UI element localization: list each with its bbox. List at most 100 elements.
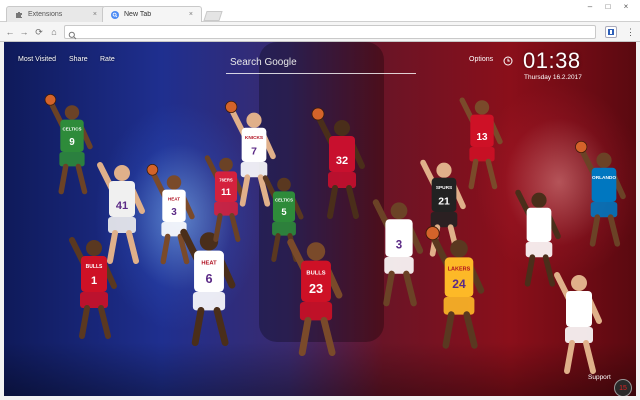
player-figure: 41 bbox=[97, 162, 145, 264]
google-search-box[interactable] bbox=[226, 52, 416, 74]
close-window-button[interactable]: × bbox=[620, 2, 632, 11]
jersey-team: HEAT bbox=[201, 260, 217, 266]
player-leg bbox=[403, 270, 417, 307]
player-head bbox=[306, 242, 326, 261]
player-figure bbox=[515, 189, 561, 287]
player-leg bbox=[98, 305, 111, 339]
player-head bbox=[474, 100, 490, 115]
minimize-button[interactable]: – bbox=[584, 2, 596, 11]
clock-icon[interactable] bbox=[503, 53, 513, 71]
extension-button[interactable] bbox=[605, 26, 617, 38]
player-shorts bbox=[525, 242, 553, 258]
tab-close-icon[interactable]: × bbox=[189, 11, 193, 18]
player-head bbox=[390, 202, 408, 220]
jersey-number: 24 bbox=[452, 277, 466, 291]
jersey-team: BULLS bbox=[86, 264, 103, 270]
player-shorts bbox=[272, 222, 296, 236]
player-shorts bbox=[590, 202, 618, 218]
chrome-search-icon bbox=[111, 10, 119, 19]
player-shorts bbox=[469, 147, 495, 162]
player-figure: BULLS 1 bbox=[69, 237, 117, 339]
player-shorts bbox=[328, 172, 356, 188]
player-leg bbox=[271, 233, 281, 262]
tab-close-icon[interactable]: × bbox=[93, 11, 97, 18]
player-shorts bbox=[59, 152, 85, 167]
most-visited-link[interactable]: Most Visited bbox=[18, 56, 56, 63]
tab-title: New Tab bbox=[124, 11, 152, 18]
player-shorts bbox=[214, 202, 238, 216]
player-figure: HEAT 6 bbox=[180, 228, 236, 347]
player-shorts bbox=[80, 292, 108, 308]
player-leg bbox=[583, 340, 596, 374]
player-leg bbox=[327, 185, 338, 219]
jersey-team: CELTICS bbox=[63, 126, 82, 131]
player-shorts bbox=[192, 292, 226, 311]
jersey-number: 3 bbox=[396, 240, 402, 252]
player-figure: ORLANDO bbox=[575, 140, 626, 247]
player-leg bbox=[160, 233, 171, 265]
player-figure: CELTICS 9 bbox=[44, 94, 93, 195]
clock-time: 01:38 bbox=[523, 48, 581, 73]
player-leg bbox=[320, 316, 336, 357]
puzzle-icon bbox=[15, 11, 23, 19]
rate-link[interactable]: Rate bbox=[100, 56, 115, 63]
jersey-team: ORLANDO bbox=[592, 175, 616, 181]
jersey-number: 1 bbox=[91, 275, 97, 287]
player-head bbox=[114, 165, 130, 181]
jersey-team: LAKERS bbox=[448, 267, 471, 273]
player-shorts bbox=[108, 217, 136, 233]
support-link[interactable]: Support bbox=[588, 374, 611, 381]
player-leg bbox=[79, 305, 90, 339]
player-leg bbox=[607, 214, 621, 247]
player-leg bbox=[213, 213, 223, 242]
player-jersey bbox=[566, 291, 592, 327]
home-button[interactable]: ⌂ bbox=[48, 25, 60, 39]
jersey-number: 5 bbox=[281, 207, 286, 217]
player-shorts bbox=[384, 257, 414, 274]
player-leg bbox=[58, 163, 69, 195]
basketball bbox=[225, 100, 238, 113]
address-bar[interactable] bbox=[64, 25, 596, 40]
clock-date: Thursday 16.2.2017 bbox=[524, 74, 582, 81]
forward-button[interactable]: → bbox=[18, 25, 30, 39]
player-leg bbox=[468, 158, 479, 190]
options-link[interactable]: Options bbox=[469, 56, 493, 63]
player-figure: 13 bbox=[459, 97, 503, 190]
reload-button[interactable]: ⟳ bbox=[33, 25, 45, 39]
player-figure: HEAT 3 bbox=[146, 164, 195, 265]
support-badge[interactable]: 15 bbox=[614, 379, 632, 396]
tab-new-tab[interactable]: New Tab × bbox=[102, 6, 202, 22]
player-leg bbox=[346, 185, 359, 219]
browser-window: Extensions × New Tab × – □ × ← → ⟳ ⌂ ⋮ C… bbox=[0, 0, 640, 400]
player-shorts bbox=[299, 302, 333, 321]
player-head bbox=[64, 105, 80, 120]
maximize-button[interactable]: □ bbox=[602, 2, 614, 11]
player-head bbox=[86, 240, 102, 256]
player-head bbox=[531, 192, 547, 208]
jersey-team: BULLS bbox=[306, 270, 325, 276]
browser-menu-button[interactable]: ⋮ bbox=[626, 26, 635, 38]
basketball-players-wallpaper: CELTICS 9 41 BULLS 1 HEAT 3 HEAT 6 76ERS 11 KNICKS 7… bbox=[44, 94, 626, 374]
jersey-number: 3 bbox=[171, 207, 177, 218]
player-shorts bbox=[430, 212, 458, 228]
back-button[interactable]: ← bbox=[4, 25, 16, 39]
player-leg bbox=[191, 306, 205, 347]
address-input[interactable] bbox=[81, 27, 581, 37]
new-tab-button[interactable] bbox=[203, 11, 223, 21]
player-leg bbox=[485, 158, 498, 190]
player-leg bbox=[542, 254, 556, 287]
search-input[interactable] bbox=[226, 52, 416, 73]
player-figure: 3 bbox=[372, 199, 424, 307]
player-figure bbox=[554, 272, 602, 374]
tab-strip: Extensions × New Tab × – □ × bbox=[0, 0, 640, 22]
player-leg bbox=[442, 311, 455, 349]
player-leg bbox=[589, 214, 601, 247]
player-figure: 32 bbox=[311, 107, 365, 219]
player-head bbox=[334, 120, 350, 136]
basketball bbox=[146, 164, 159, 176]
tab-extensions[interactable]: Extensions × bbox=[6, 6, 106, 22]
share-link[interactable]: Share bbox=[69, 56, 88, 63]
player-leg bbox=[239, 174, 251, 207]
player-head bbox=[571, 275, 587, 291]
jersey-number: 41 bbox=[116, 200, 128, 212]
